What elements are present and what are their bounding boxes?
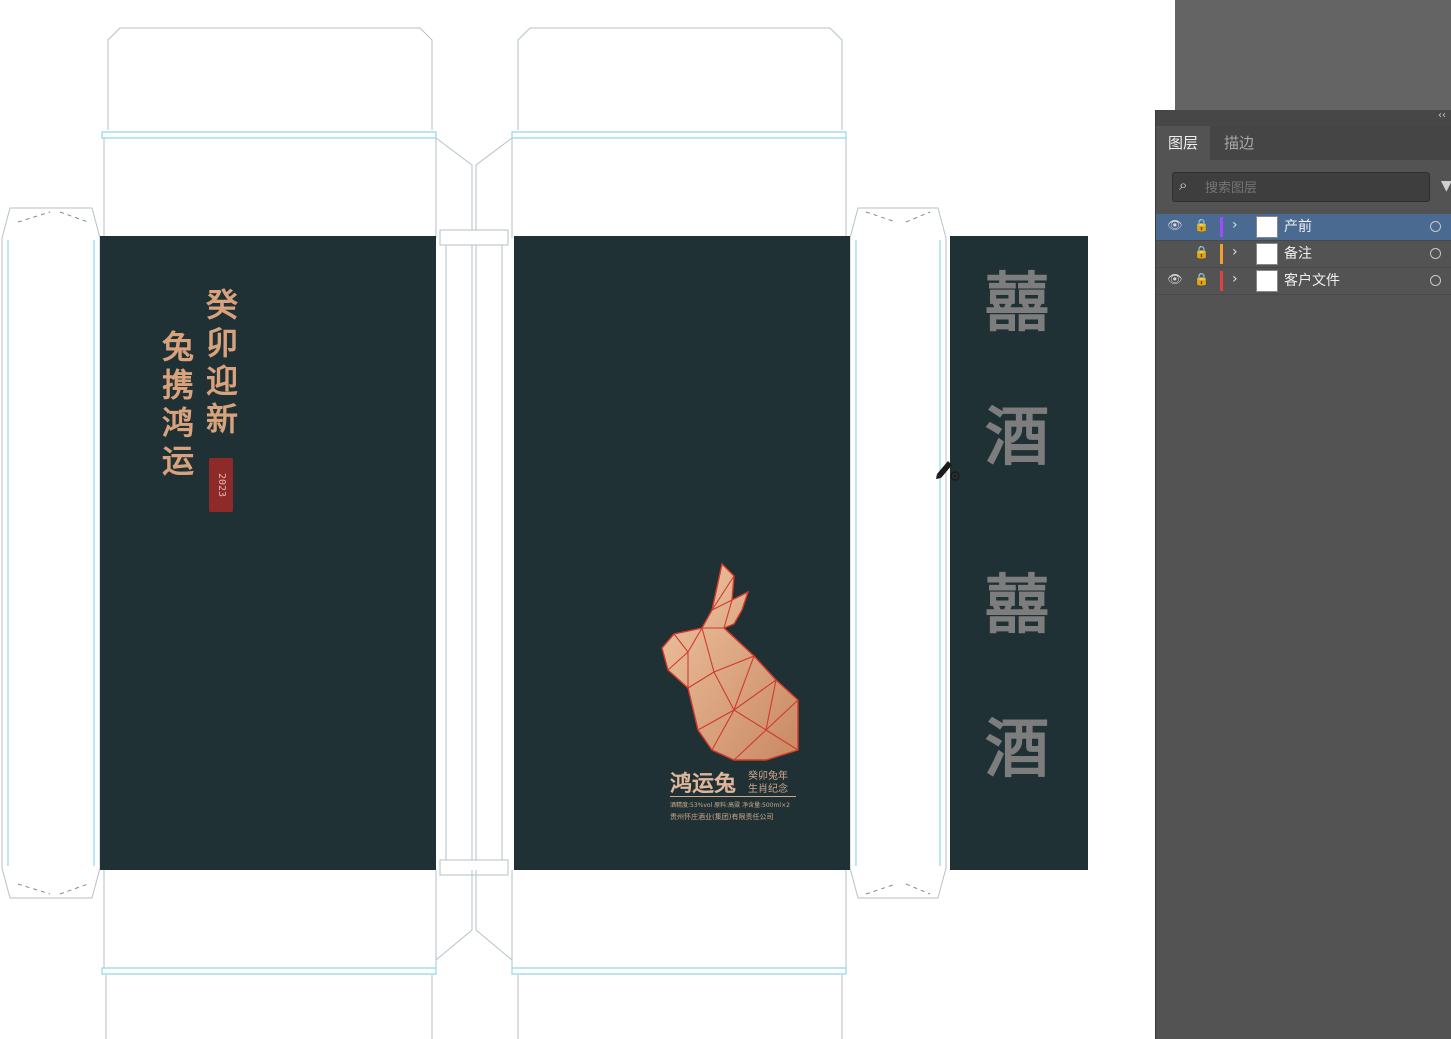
layer-target-icon[interactable]: [1430, 248, 1441, 259]
layer-thumbnail: [1256, 270, 1278, 292]
expand-chevron-icon[interactable]: ›: [1232, 217, 1238, 233]
company-line: 贵州怀庄酒业(集团)有限责任公司: [670, 813, 774, 821]
year-seal: 2023: [209, 458, 233, 512]
expand-chevron-icon[interactable]: ›: [1232, 271, 1238, 287]
workspace-gap: [1155, 0, 1175, 110]
visibility-eye-icon[interactable]: 👁: [1166, 218, 1184, 234]
side-glyph: 酒: [985, 400, 1049, 475]
subtitle-line2: 生肖纪念: [748, 784, 788, 795]
layer-name[interactable]: 备注: [1284, 241, 1312, 267]
layer-row-notes[interactable]: 🔒 › 备注: [1156, 241, 1451, 268]
spec-line: 酒精度:53%vol 原料:高粱 净含量:500ml×2: [670, 802, 790, 809]
tab-layers[interactable]: 图层: [1156, 126, 1211, 160]
pen-tool-icon: [936, 461, 960, 481]
layer-target-icon[interactable]: [1430, 275, 1441, 286]
lock-icon[interactable]: 🔒: [1194, 218, 1209, 234]
panel-tabs: 图层 描边: [1156, 126, 1451, 160]
workspace-background: [1175, 0, 1451, 110]
filter-icon[interactable]: ▼: [1441, 178, 1451, 194]
layer-name[interactable]: 产前: [1284, 214, 1312, 240]
layer-name[interactable]: 客户文件: [1284, 268, 1340, 294]
layer-target-icon[interactable]: [1430, 221, 1441, 232]
search-icon: ⌕: [1179, 176, 1188, 194]
front-panel[interactable]: [100, 236, 436, 870]
side-glyph: 囍: [985, 266, 1049, 341]
front-text-left-column: 兔携鸿运: [157, 330, 195, 482]
lock-icon[interactable]: 🔒: [1194, 245, 1209, 261]
brand-name: 鸿运兔: [670, 771, 737, 797]
tab-stroke[interactable]: 描边: [1212, 126, 1266, 160]
layer-color-swatch: [1220, 244, 1223, 264]
side-glyph: 酒: [985, 712, 1049, 787]
layer-thumbnail: [1256, 243, 1278, 265]
collapse-icon[interactable]: ‹‹: [1438, 110, 1446, 121]
layer-color-swatch: [1220, 271, 1223, 291]
layer-row-client-files[interactable]: 👁 🔒 › 客户文件: [1156, 268, 1451, 295]
panel-collapse-bar[interactable]: ‹‹: [1156, 110, 1451, 126]
layers-panel: ‹‹ 图层 描边 ⌕ ▼ 👁 🔒 › 产前 🔒 › 备注 👁 🔒: [1155, 110, 1451, 1039]
layer-thumbnail: [1256, 216, 1278, 238]
layers-list: 👁 🔒 › 产前 🔒 › 备注 👁 🔒 › 客户文件: [1156, 214, 1451, 295]
artboard-canvas[interactable]: 癸卯迎新 兔携鸿运 2023 鸿运兔 癸卯兔年 生肖纪念 酒精度:53%vol …: [0, 0, 1155, 1039]
layer-search-box: ⌕: [1172, 172, 1430, 202]
label-divider: [670, 796, 796, 797]
side-glyph: 囍: [985, 568, 1049, 643]
rabbit-logo: [661, 562, 799, 761]
front-text-right-column: 癸卯迎新: [201, 288, 239, 440]
visibility-eye-icon[interactable]: 👁: [1166, 272, 1184, 288]
layer-row-prepress[interactable]: 👁 🔒 › 产前: [1156, 214, 1451, 241]
lock-icon[interactable]: 🔒: [1194, 272, 1209, 288]
layer-search-input[interactable]: [1203, 176, 1427, 198]
expand-chevron-icon[interactable]: ›: [1232, 244, 1238, 260]
layer-color-swatch: [1220, 217, 1223, 237]
